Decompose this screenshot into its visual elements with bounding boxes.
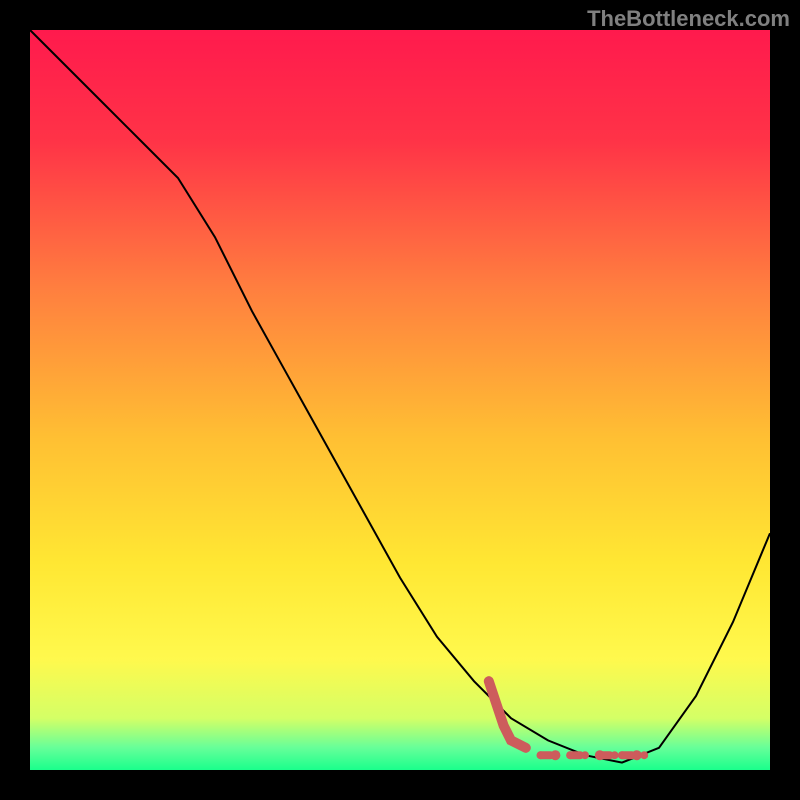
bottleneck-chart xyxy=(0,0,800,800)
chart-container: TheBottleneck.com xyxy=(0,0,800,800)
watermark-text: TheBottleneck.com xyxy=(587,6,790,32)
